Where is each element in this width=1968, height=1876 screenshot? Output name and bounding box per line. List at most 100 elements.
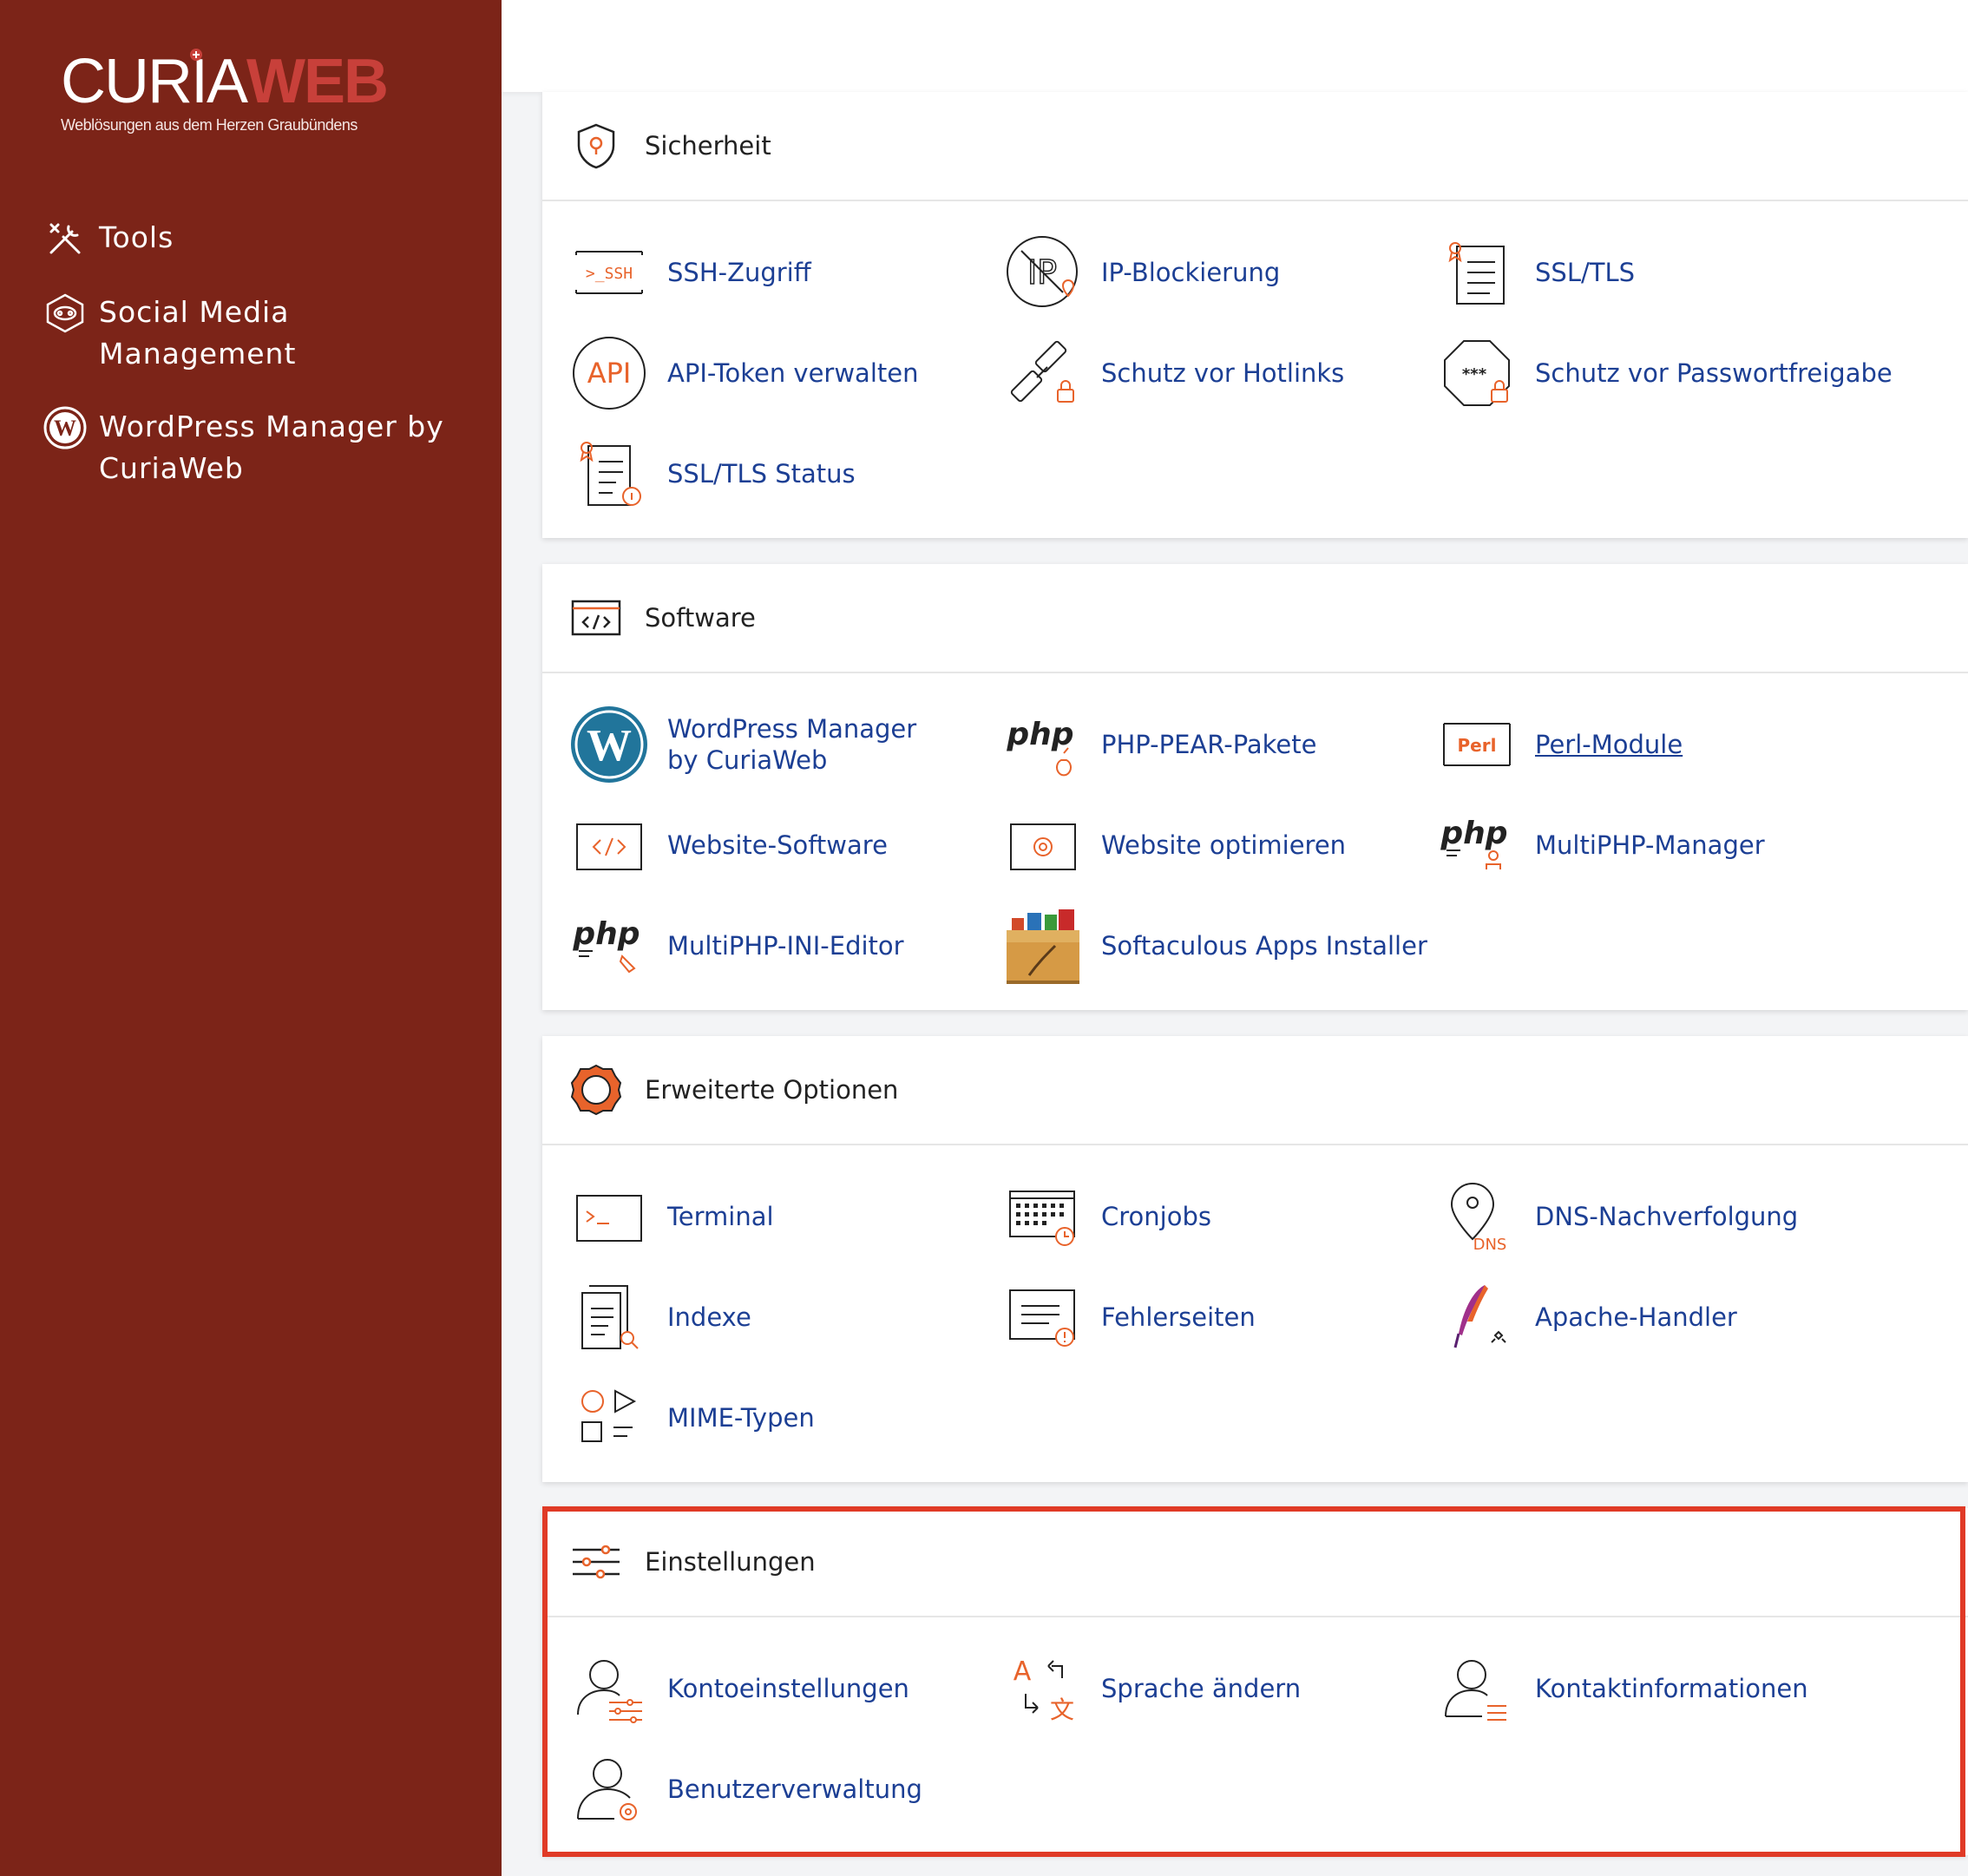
softaculous-box-icon <box>1002 905 1084 987</box>
sliders-icon <box>568 1534 624 1590</box>
api-icon: API <box>568 332 650 414</box>
item-label: Website-Software <box>667 830 888 860</box>
svg-text:API: API <box>587 357 632 390</box>
broken-link-icon <box>1002 332 1084 414</box>
item-ssh-zugriff[interactable]: >_SSH SSH-Zugriff <box>568 229 811 316</box>
item-indexe[interactable]: Indexe <box>568 1274 751 1361</box>
certificate-status-icon <box>568 433 650 515</box>
item-sprache-aendern[interactable]: A 文 Sprache ändern <box>1002 1645 1301 1732</box>
item-mime-typen[interactable]: MIME-Typen <box>568 1374 815 1461</box>
item-label: Kontoeinstellungen <box>667 1674 909 1703</box>
svg-text:DNS: DNS <box>1473 1236 1507 1253</box>
item-label: Website optimieren <box>1101 830 1347 860</box>
ssh-icon: >_SSH <box>568 232 650 313</box>
item-ssl-tls[interactable]: SSL/TLS <box>1436 229 1635 316</box>
item-cronjobs[interactable]: Cronjobs <box>1002 1173 1211 1260</box>
item-multiphp-manager[interactable]: php MultiPHP-Manager <box>1436 802 1765 889</box>
social-media-icon <box>43 292 87 335</box>
item-fehlerseiten[interactable]: Fehlerseiten <box>1002 1274 1256 1361</box>
item-label: Cronjobs <box>1101 1202 1211 1231</box>
svg-text:W: W <box>587 721 632 771</box>
translate-icon: A 文 <box>1002 1648 1084 1729</box>
item-kontaktinformationen[interactable]: Kontaktinformationen <box>1436 1645 1808 1732</box>
item-label: WordPress Manager by CuriaWeb <box>667 714 917 775</box>
sidebar-item-social-media[interactable]: Social Media Management <box>43 292 486 375</box>
item-label: Terminal <box>667 1202 774 1231</box>
item-website-software[interactable]: Website-Software <box>568 802 888 889</box>
php-editor-icon: php <box>568 905 650 987</box>
panel-header[interactable]: Sicherheit <box>542 92 1968 201</box>
mime-shapes-icon <box>568 1377 650 1459</box>
gear-icon <box>568 1062 624 1118</box>
panel-title: Erweiterte Optionen <box>645 1075 899 1105</box>
php-manager-icon: php <box>1436 804 1518 886</box>
brand-logo[interactable]: CURIA WEB Weblösungen aus dem Herzen Grau… <box>61 47 389 134</box>
item-label: SSH-Zugriff <box>667 258 811 287</box>
perl-icon: Perl <box>1436 704 1518 785</box>
svg-text:文: 文 <box>1050 1696 1074 1723</box>
item-api-token[interactable]: API API-Token verwalten <box>568 330 918 417</box>
item-hotlink-schutz[interactable]: Schutz vor Hotlinks <box>1002 330 1344 417</box>
user-management-icon <box>568 1748 650 1830</box>
item-dns-nachverfolgung[interactable]: DNS DNS-Nachverfolgung <box>1436 1173 1798 1260</box>
swiss-cross-icon <box>190 49 202 61</box>
code-window-icon <box>568 804 650 886</box>
item-ip-blockierung[interactable]: IP IP-Blockierung <box>1002 229 1280 316</box>
optimize-gear-icon <box>1002 804 1084 886</box>
item-label: MultiPHP-INI-Editor <box>667 931 904 961</box>
item-label: IP-Blockierung <box>1101 258 1281 287</box>
item-label: MIME-Typen <box>667 1403 815 1433</box>
item-label: Perl-Module <box>1535 730 1683 759</box>
panel-title: Software <box>645 603 756 633</box>
user-settings-icon <box>568 1648 650 1729</box>
panel-header[interactable]: Erweiterte Optionen <box>542 1036 1968 1145</box>
panel-sicherheit: Sicherheit >_SSH SSH-Zugriff IP IP-Block… <box>542 92 1968 538</box>
item-label: Schutz vor Passwortfreigabe <box>1535 358 1893 388</box>
calendar-clock-icon <box>1002 1176 1084 1257</box>
item-php-pear[interactable]: php PHP-PEAR-Pakete <box>1002 701 1316 788</box>
panel-einstellungen: Einstellungen Kontoeinstellungen A 文 Spr… <box>542 1508 1968 1855</box>
item-label: DNS-Nachverfolgung <box>1535 1202 1799 1231</box>
top-bar <box>502 0 1968 92</box>
item-ssl-tls-status[interactable]: SSL/TLS Status <box>568 430 856 517</box>
item-label: Apache-Handler <box>1535 1302 1737 1332</box>
svg-text:php: php <box>572 916 640 952</box>
sidebar: CURIA WEB Weblösungen aus dem Herzen Grau… <box>0 0 502 1876</box>
item-softaculous[interactable]: Softaculous Apps Installer <box>1002 902 1427 989</box>
error-page-icon <box>1002 1276 1084 1358</box>
certificate-icon <box>1436 232 1518 313</box>
item-perl-module[interactable]: Perl Perl-Module <box>1436 701 1683 788</box>
sidebar-nav: Tools Social Media Management W WordPres… <box>43 217 486 521</box>
wordpress-icon: W <box>568 704 650 785</box>
item-label: Kontaktinformationen <box>1535 1674 1808 1703</box>
svg-text:***: *** <box>1462 365 1487 384</box>
shield-icon <box>568 118 624 174</box>
item-label: API-Token verwalten <box>667 358 919 388</box>
item-label: PHP-PEAR-Pakete <box>1101 730 1317 759</box>
svg-text:Perl: Perl <box>1458 735 1497 756</box>
sidebar-item-tools[interactable]: Tools <box>43 217 486 260</box>
item-label: Fehlerseiten <box>1101 1302 1256 1332</box>
item-terminal[interactable]: Terminal <box>568 1173 774 1260</box>
ip-block-icon: IP <box>1002 232 1084 313</box>
wordpress-icon: W <box>43 406 87 449</box>
sidebar-item-wordpress[interactable]: W WordPress Manager by CuriaWeb <box>43 406 486 489</box>
svg-text:A: A <box>1014 1656 1032 1687</box>
svg-text:>_SSH: >_SSH <box>586 265 633 283</box>
item-benutzerverwaltung[interactable]: Benutzerverwaltung <box>568 1746 922 1833</box>
item-label: SSL/TLS Status <box>667 459 856 489</box>
panel-header[interactable]: Einstellungen <box>542 1508 1968 1617</box>
item-passwortfreigabe-schutz[interactable]: *** Schutz vor Passwortfreigabe <box>1436 330 1893 417</box>
brand-tagline: Weblösungen aus dem Herzen Graubündens <box>61 116 358 134</box>
panel-header[interactable]: Software <box>542 564 1968 673</box>
password-protect-icon: *** <box>1436 332 1518 414</box>
item-label: Benutzerverwaltung <box>667 1774 922 1804</box>
item-apache-handler[interactable]: Apache-Handler <box>1436 1274 1737 1361</box>
item-website-optimieren[interactable]: Website optimieren <box>1002 802 1346 889</box>
item-kontoeinstellungen[interactable]: Kontoeinstellungen <box>568 1645 909 1732</box>
item-multiphp-ini-editor[interactable]: php MultiPHP-INI-Editor <box>568 902 904 989</box>
item-wordpress-manager[interactable]: W WordPress Manager by CuriaWeb <box>568 701 954 788</box>
svg-text:W: W <box>54 416 76 441</box>
tools-icon <box>43 217 87 260</box>
brand-name-part1: CURIA <box>61 47 248 116</box>
